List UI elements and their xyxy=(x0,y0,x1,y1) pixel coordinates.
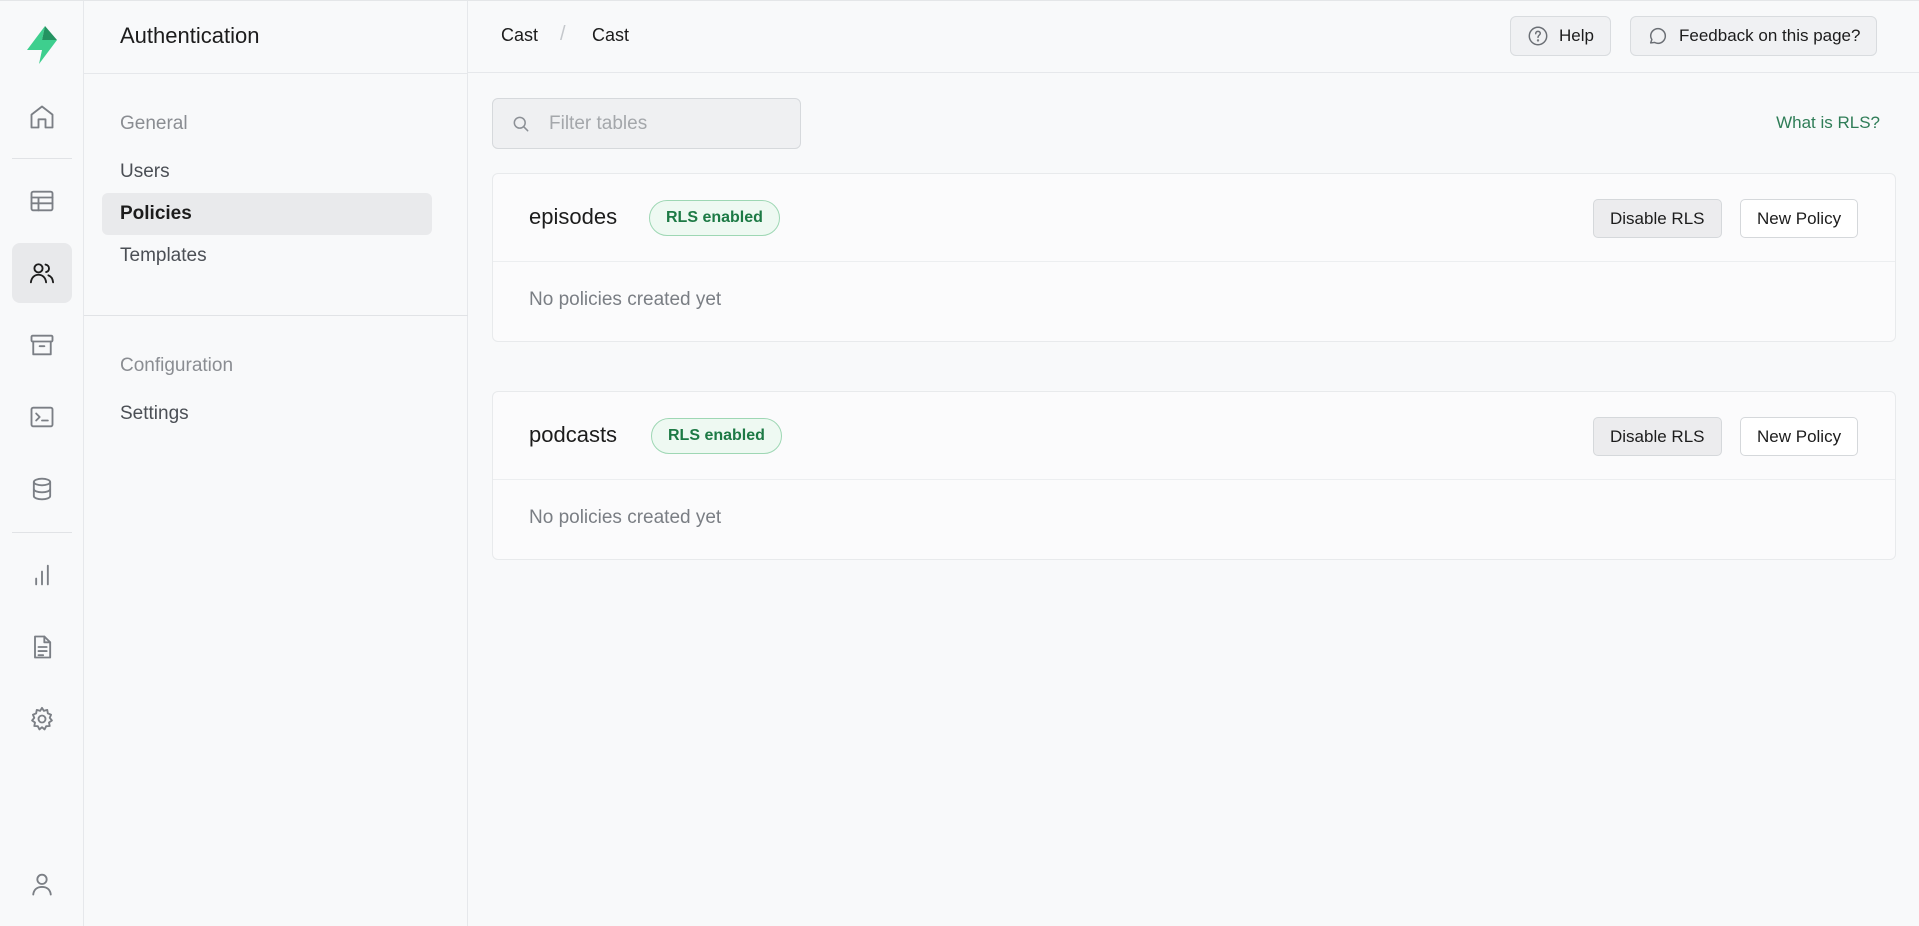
disable-rls-button[interactable]: Disable RLS xyxy=(1593,199,1722,238)
auth-menu: Authentication General Users Policies Te… xyxy=(84,1,468,926)
rail-sql-editor[interactable] xyxy=(12,387,72,447)
bar-chart-icon xyxy=(35,564,49,586)
new-policy-button[interactable]: New Policy xyxy=(1740,199,1859,238)
gear-icon xyxy=(31,706,53,731)
archive-icon xyxy=(30,334,54,356)
message-circle-icon xyxy=(1649,27,1667,45)
status-badge: RLS enabled xyxy=(649,200,780,236)
rail-storage[interactable] xyxy=(12,315,72,375)
document-icon xyxy=(34,635,52,659)
table-policy-card: podcasts RLS enabled Disable RLS New Pol… xyxy=(492,391,1896,560)
what-is-rls-link[interactable]: What is RLS? xyxy=(1776,113,1880,133)
rail-settings[interactable] xyxy=(12,689,72,749)
breadcrumb-project[interactable]: Cast xyxy=(501,25,538,46)
divider xyxy=(84,315,468,316)
menu-item-policies[interactable]: Policies xyxy=(102,193,432,235)
app-window: Authentication General Users Policies Te… xyxy=(0,0,1919,926)
help-label: Help xyxy=(1559,26,1594,45)
menu-group-general: General xyxy=(120,113,188,134)
menu-item-settings[interactable]: Settings xyxy=(102,393,432,435)
supabase-logo[interactable] xyxy=(20,23,64,67)
new-policy-button[interactable]: New Policy xyxy=(1740,417,1859,456)
search-field[interactable] xyxy=(492,98,801,149)
home-icon xyxy=(30,105,54,129)
help-button[interactable]: Help xyxy=(1510,16,1611,56)
rail-home[interactable] xyxy=(12,87,72,147)
card-header: episodes RLS enabled Disable RLS New Pol… xyxy=(493,174,1895,262)
database-icon xyxy=(32,477,52,501)
rail-database[interactable] xyxy=(12,459,72,519)
user-icon xyxy=(32,873,52,896)
menu-group-configuration: Configuration xyxy=(120,355,234,376)
rail-docs[interactable] xyxy=(12,617,72,677)
table-name: podcasts xyxy=(529,422,618,447)
breadcrumb-current[interactable]: Cast xyxy=(592,25,629,46)
rail-authentication[interactable] xyxy=(12,243,72,303)
icon-rail xyxy=(0,1,84,926)
terminal-icon xyxy=(30,406,54,428)
rail-table-editor[interactable] xyxy=(12,171,72,231)
empty-state-text: No policies created yet xyxy=(529,507,722,528)
rail-divider xyxy=(12,532,72,533)
empty-state-text: No policies created yet xyxy=(529,289,722,310)
feedback-button[interactable]: Feedback on this page? xyxy=(1630,16,1878,56)
search-icon xyxy=(513,116,529,131)
rail-account[interactable] xyxy=(12,854,72,914)
rail-reports[interactable] xyxy=(12,545,72,605)
help-circle-icon xyxy=(1528,26,1548,46)
users-icon xyxy=(29,263,55,284)
search-input[interactable] xyxy=(549,112,789,135)
disable-rls-button[interactable]: Disable RLS xyxy=(1593,417,1722,456)
rail-divider xyxy=(12,158,72,159)
breadcrumb-separator: / xyxy=(560,23,566,45)
menu-item-templates[interactable]: Templates xyxy=(102,235,432,277)
menu-title: Authentication xyxy=(120,23,260,48)
main-content: What is RLS? episodes RLS enabled Disabl… xyxy=(468,73,1919,926)
divider xyxy=(84,73,468,74)
card-header: podcasts RLS enabled Disable RLS New Pol… xyxy=(493,392,1895,480)
feedback-label: Feedback on this page? xyxy=(1679,26,1861,45)
top-bar: Cast / Cast Help Feedback on this page? xyxy=(468,1,1919,73)
status-badge: RLS enabled xyxy=(651,418,782,454)
table-policy-card: episodes RLS enabled Disable RLS New Pol… xyxy=(492,173,1896,342)
table-editor-icon xyxy=(30,190,54,212)
menu-item-users[interactable]: Users xyxy=(102,151,432,193)
table-name: episodes xyxy=(529,204,618,229)
